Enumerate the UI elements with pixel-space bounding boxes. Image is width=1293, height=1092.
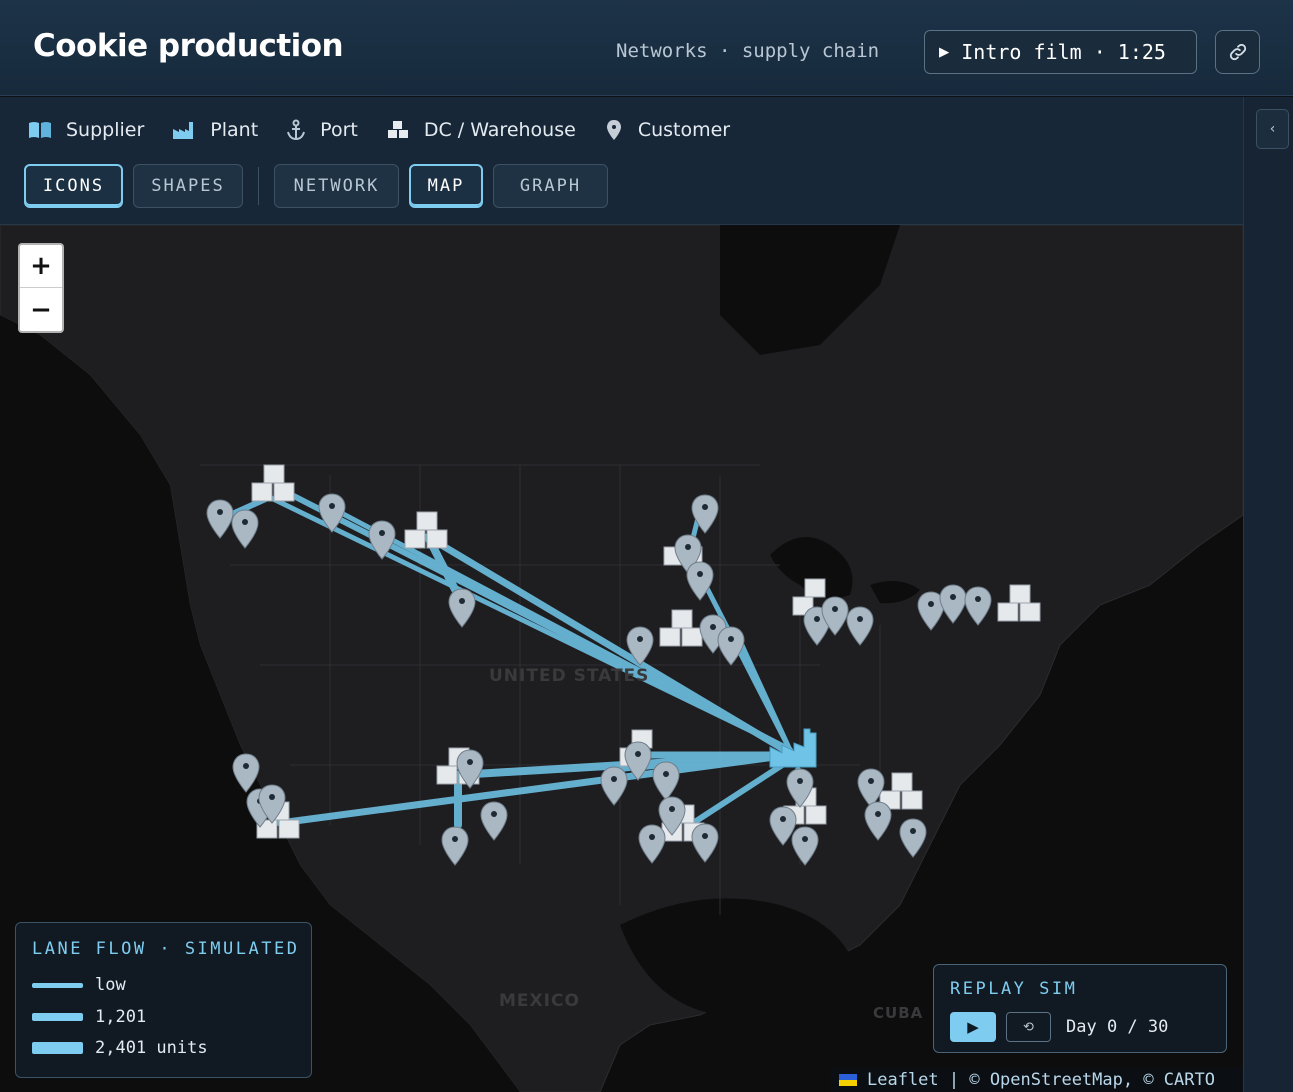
intro-film-label: Intro film · 1:25: [961, 40, 1166, 64]
play-icon: ▶: [939, 42, 950, 62]
replay-day-counter: Day 0 / 30: [1066, 1017, 1169, 1037]
legend-item-dc-warehouse: DC / Warehouse: [386, 119, 576, 141]
boxes-icon: [387, 121, 408, 138]
expand-panel-button[interactable]: ‹: [1256, 109, 1289, 149]
style-toggle-group: ICONS SHAPES: [24, 164, 253, 208]
toolbar-divider: [258, 167, 259, 205]
legend-item-plant: Plant: [172, 119, 258, 141]
toggle-graph-button[interactable]: GRAPH: [493, 164, 608, 208]
map-label-mexico: MEXICO: [499, 991, 580, 1011]
legend-label: Plant: [210, 119, 259, 141]
replay-sim-panel: REPLAY SIM ▶ ⟲ Day 0 / 30: [933, 964, 1227, 1053]
intro-film-button[interactable]: ▶ Intro film · 1:25: [924, 30, 1197, 74]
chevron-left-icon: ‹: [1269, 121, 1276, 137]
attribution-text: Leaflet | © OpenStreetMap, © CARTO: [867, 1070, 1215, 1090]
map-label-us: UNITED STATES: [489, 666, 650, 686]
node-type-legend: Supplier Plant Port DC / Warehouse Custo…: [28, 117, 758, 143]
page-title: Cookie production: [33, 28, 344, 64]
flow-legend-row-low: low: [32, 975, 126, 995]
play-icon: ▶: [967, 1018, 979, 1036]
flow-legend-row-high: 2,401 units: [32, 1038, 208, 1058]
map-pin-icon: [606, 120, 621, 140]
toggle-network-button[interactable]: NETWORK: [274, 164, 399, 208]
replay-play-button[interactable]: ▶: [950, 1012, 996, 1042]
toggle-icons-button[interactable]: ICONS: [24, 164, 123, 208]
map-attribution[interactable]: Leaflet | © OpenStreetMap, © CARTO: [831, 1068, 1243, 1092]
reset-icon: ⟲: [1023, 1019, 1034, 1035]
map-label-cuba: CUBA: [873, 1004, 924, 1022]
book-icon: [29, 122, 51, 138]
flow-bar-high: [32, 1042, 83, 1054]
legend-label: Customer: [637, 119, 731, 141]
legend-item-port: Port: [286, 119, 358, 141]
flow-bar-low: [32, 982, 83, 988]
flow-legend-label: 2,401 units: [95, 1038, 208, 1058]
share-link-button[interactable]: [1215, 30, 1260, 74]
flow-legend-label: low: [95, 975, 126, 995]
flow-legend-row-mid: 1,201: [32, 1007, 146, 1027]
ukraine-flag-icon: [839, 1074, 857, 1086]
legend-item-supplier: Supplier: [28, 119, 144, 141]
legend-item-customer: Customer: [604, 119, 730, 141]
anchor-icon: [287, 119, 306, 141]
toolbar: Supplier Plant Port DC / Warehouse Custo…: [0, 97, 1243, 225]
app-header: Cookie production Networks · supply chai…: [0, 0, 1293, 96]
zoom-control: + −: [18, 243, 64, 333]
legend-label: DC / Warehouse: [423, 119, 576, 141]
map-view[interactable]: UNITED STATES MEXICO CUBA + − LANE FLOW …: [0, 225, 1243, 1092]
flow-legend-label: 1,201: [95, 1007, 147, 1027]
link-icon: [1229, 43, 1246, 61]
zoom-out-button[interactable]: −: [20, 288, 62, 331]
factory-icon: [173, 122, 194, 139]
toggle-map-button[interactable]: MAP: [409, 164, 483, 208]
side-panel-rail: ‹: [1243, 97, 1293, 1092]
layout-toggle-group: NETWORK MAP GRAPH: [274, 164, 618, 208]
legend-label: Supplier: [66, 119, 145, 141]
zoom-in-button[interactable]: +: [20, 245, 62, 288]
lane-flow-legend: LANE FLOW · SIMULATED low 1,201 2,401 un…: [15, 922, 312, 1078]
toggle-shapes-button[interactable]: SHAPES: [133, 164, 243, 208]
flow-bar-mid: [32, 1013, 83, 1021]
replay-sim-title: REPLAY SIM: [950, 979, 1078, 999]
lane-flow-legend-title: LANE FLOW · SIMULATED: [32, 939, 300, 959]
legend-label: Port: [320, 119, 358, 141]
replay-reset-button[interactable]: ⟲: [1006, 1012, 1051, 1042]
page-subtitle: Networks · supply chain: [616, 40, 880, 62]
